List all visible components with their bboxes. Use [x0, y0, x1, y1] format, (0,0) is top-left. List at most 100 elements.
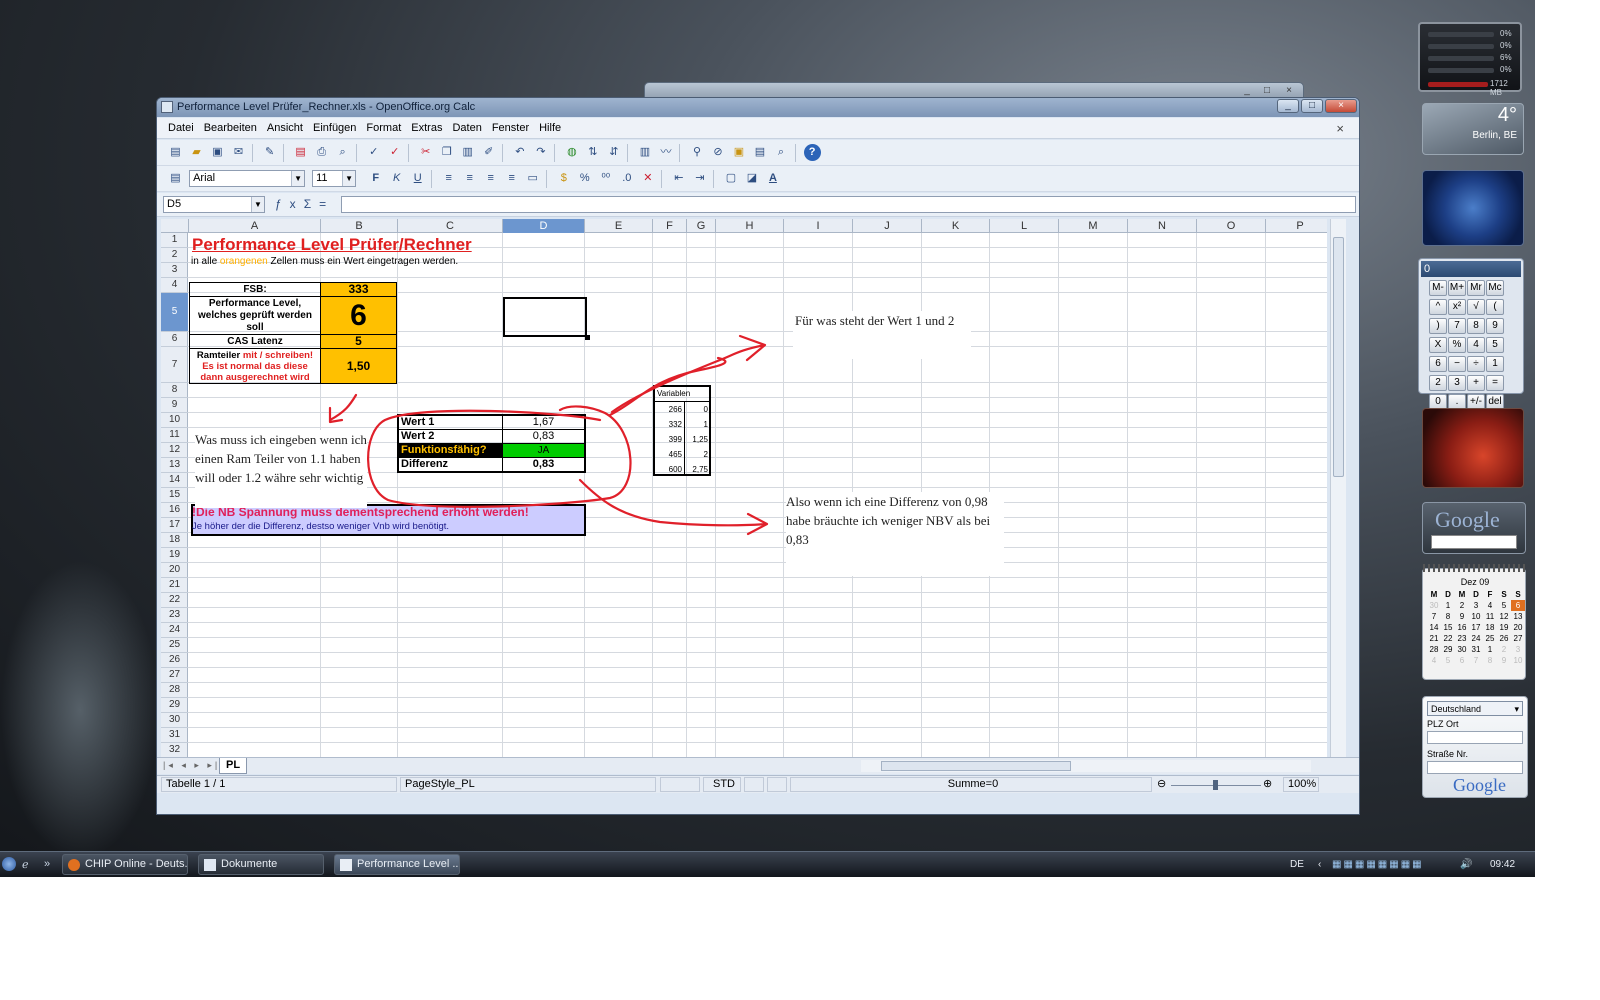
- cas-value[interactable]: 5: [320, 334, 397, 349]
- pl-value[interactable]: 6: [320, 296, 397, 335]
- font-name-select[interactable]: Arial ▼: [189, 170, 306, 187]
- spellcheck-icon[interactable]: ✓: [365, 144, 382, 161]
- differenz-value[interactable]: 0,83: [503, 458, 584, 472]
- column-header-d[interactable]: D: [503, 219, 585, 233]
- calculator-key[interactable]: %: [1448, 337, 1466, 353]
- status-selection-mode[interactable]: STD: [703, 777, 741, 792]
- calculator-key[interactable]: 4: [1467, 337, 1485, 353]
- calculator-key[interactable]: =: [1486, 375, 1504, 391]
- status-zoom[interactable]: 100%: [1283, 777, 1319, 792]
- funktionsfaehig-label[interactable]: Funktionsfähig?: [399, 444, 503, 458]
- function-wizard-icon[interactable]: ƒx: [275, 197, 304, 211]
- calculator-key[interactable]: ÷: [1467, 356, 1485, 372]
- clock[interactable]: 09:42: [1490, 855, 1515, 874]
- calculator-key[interactable]: 3: [1448, 375, 1466, 391]
- row-header-4[interactable]: 4: [161, 278, 188, 293]
- calendar-day[interactable]: 1: [1483, 644, 1497, 655]
- calendar-day[interactable]: 1: [1441, 600, 1455, 611]
- calendar-day[interactable]: 11: [1483, 611, 1497, 622]
- wert2-label[interactable]: Wert 2: [399, 430, 503, 444]
- sum-icon[interactable]: Σ: [304, 197, 319, 211]
- paste-icon[interactable]: ▥: [459, 144, 476, 161]
- column-header-o[interactable]: O: [1197, 219, 1266, 233]
- row-header-24[interactable]: 24: [161, 623, 188, 638]
- row-header-28[interactable]: 28: [161, 683, 188, 698]
- calendar-day[interactable]: 9: [1497, 655, 1511, 666]
- mail-icon[interactable]: ✉: [230, 144, 247, 161]
- merge-cells-icon[interactable]: ▭: [524, 170, 541, 187]
- row-header-23[interactable]: 23: [161, 608, 188, 623]
- zoom-icon[interactable]: ⌕: [773, 144, 790, 161]
- increase-indent-icon[interactable]: ⇥: [691, 170, 708, 187]
- calendar-day[interactable]: 7: [1469, 655, 1483, 666]
- wert2-value[interactable]: 0,83: [503, 430, 584, 444]
- calculator-key[interactable]: x²: [1448, 299, 1466, 315]
- language-indicator[interactable]: DE: [1290, 855, 1304, 874]
- row-header-7[interactable]: 7: [161, 347, 188, 383]
- save-icon[interactable]: ▣: [209, 144, 226, 161]
- calculator-key[interactable]: X: [1429, 337, 1447, 353]
- row-header-19[interactable]: 19: [161, 548, 188, 563]
- align-center-icon[interactable]: ≡: [461, 170, 478, 187]
- align-left-icon[interactable]: ≡: [440, 170, 457, 187]
- warning-subtext[interactable]: Je höher der die Differenz, destso wenig…: [192, 521, 449, 532]
- volume-icon[interactable]: 🔊: [1460, 855, 1472, 874]
- menu-hilfe[interactable]: Hilfe: [534, 118, 566, 139]
- variablen-value[interactable]: 332: [655, 417, 685, 432]
- calculator-key[interactable]: 8: [1467, 318, 1485, 334]
- row-header-20[interactable]: 20: [161, 563, 188, 578]
- calculator-gadget[interactable]: 0 M-M+MrMc^x²√()789X%456−÷123+=0.+/-delC: [1418, 258, 1524, 429]
- calendar-day[interactable]: 19: [1497, 622, 1511, 633]
- column-header-l[interactable]: L: [990, 219, 1059, 233]
- maximize-icon[interactable]: □: [1259, 85, 1275, 97]
- selected-cell-d5[interactable]: [503, 297, 587, 337]
- row-header-8[interactable]: 8: [161, 383, 188, 398]
- menu-daten[interactable]: Daten: [447, 118, 486, 139]
- calendar-day[interactable]: 7: [1427, 611, 1441, 622]
- format-paintbrush-icon[interactable]: ✐: [480, 144, 497, 161]
- calendar-day[interactable]: 25: [1483, 633, 1497, 644]
- task-chip-online[interactable]: CHIP Online - Deuts...: [62, 854, 188, 875]
- scrollbar-thumb[interactable]: [1333, 237, 1344, 477]
- calendar-day[interactable]: 30: [1455, 644, 1469, 655]
- row-header-2[interactable]: 2: [161, 248, 188, 263]
- corner-cell[interactable]: [161, 219, 189, 233]
- row-header-13[interactable]: 13: [161, 458, 188, 473]
- calculator-key[interactable]: ): [1429, 318, 1447, 334]
- calculator-key[interactable]: (: [1486, 299, 1504, 315]
- column-header-b[interactable]: B: [321, 219, 398, 233]
- row-header-11[interactable]: 11: [161, 428, 188, 443]
- calendar-day[interactable]: 30: [1427, 600, 1441, 611]
- cas-label[interactable]: CAS Latenz: [189, 334, 321, 349]
- underline-button[interactable]: U: [409, 170, 426, 187]
- calendar-day[interactable]: 5: [1441, 655, 1455, 666]
- column-header-n[interactable]: N: [1128, 219, 1197, 233]
- google-search-input[interactable]: [1431, 535, 1517, 549]
- calendar-day[interactable]: 5: [1497, 600, 1511, 611]
- calendar-day[interactable]: 21: [1427, 633, 1441, 644]
- zoom-out-icon[interactable]: ⊖: [1157, 776, 1166, 793]
- sheet-navigation-icons[interactable]: |◂ ◂ ▸ ▸|: [163, 760, 220, 771]
- ie-icon[interactable]: ℯ: [22, 858, 29, 871]
- fill-handle[interactable]: [585, 335, 590, 340]
- row-header-32[interactable]: 32: [161, 743, 188, 757]
- calendar-day[interactable]: 3: [1469, 600, 1483, 611]
- column-header-e[interactable]: E: [585, 219, 653, 233]
- print-icon[interactable]: ⎙: [313, 144, 330, 161]
- calendar-day[interactable]: 9: [1455, 611, 1469, 622]
- row-header-9[interactable]: 9: [161, 398, 188, 413]
- sheet-tab-pl[interactable]: PL: [219, 758, 248, 774]
- close-icon[interactable]: ×: [1281, 85, 1297, 97]
- function-equals-icon[interactable]: =: [319, 197, 334, 211]
- wert1-value[interactable]: 1,67: [503, 416, 584, 430]
- calendar-day[interactable]: 2: [1497, 644, 1511, 655]
- align-right-icon[interactable]: ≡: [482, 170, 499, 187]
- currency-icon[interactable]: $: [555, 170, 572, 187]
- column-header-j[interactable]: J: [853, 219, 922, 233]
- calendar-day[interactable]: 16: [1455, 622, 1469, 633]
- calendar-day[interactable]: 18: [1483, 622, 1497, 633]
- bold-button[interactable]: F: [367, 170, 384, 187]
- chart-icon[interactable]: ▥: [636, 144, 653, 161]
- calendar-day[interactable]: 27: [1511, 633, 1525, 644]
- calendar-day[interactable]: 10: [1511, 655, 1525, 666]
